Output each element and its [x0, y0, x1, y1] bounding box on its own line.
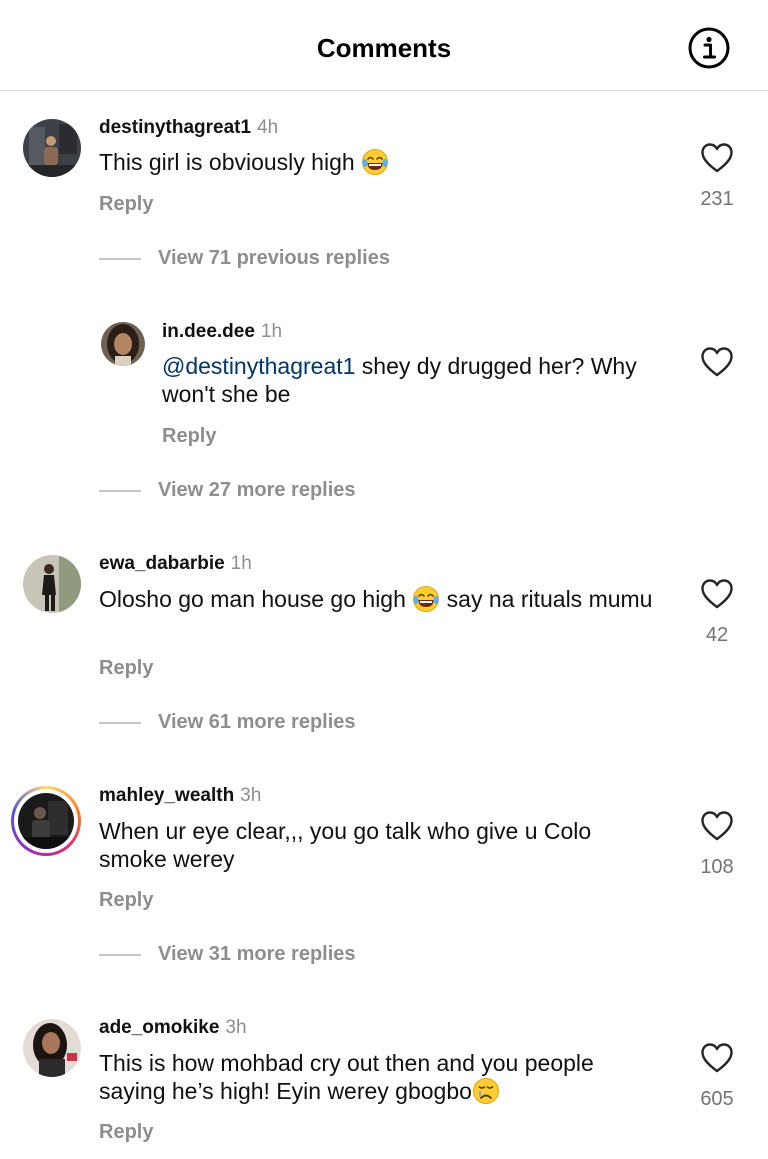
- reply-button[interactable]: Reply: [99, 193, 153, 216]
- heart-icon[interactable]: [700, 1042, 734, 1074]
- view-replies-button[interactable]: View 31 more replies: [158, 943, 356, 966]
- divider-line: [99, 490, 141, 492]
- mention-link[interactable]: @destinythagreat1: [162, 353, 355, 379]
- info-icon[interactable]: [688, 27, 730, 69]
- like-count: 108: [700, 856, 734, 878]
- page-title: Comments: [316, 33, 452, 63]
- view-replies-button[interactable]: View 71 previous replies: [158, 247, 390, 270]
- avatar[interactable]: [101, 322, 145, 366]
- avatar: [18, 793, 74, 849]
- header-bar: Comments: [0, 0, 768, 91]
- view-replies-button[interactable]: View 27 more replies: [158, 479, 356, 502]
- laughing-emoji-icon: [413, 586, 440, 612]
- comment-time: 1h: [230, 553, 252, 574]
- comment-text: This is how mohbad cry out then and you …: [99, 1049, 659, 1105]
- comment-text-body: This is how mohbad cry out then and you …: [99, 1050, 594, 1104]
- avatar-story-ring[interactable]: [11, 786, 81, 856]
- comment-time: 4h: [257, 117, 279, 138]
- crying-emoji-icon: [472, 1078, 499, 1104]
- comment-text-body: Olosho go man house go high: [99, 586, 413, 612]
- comment-text: @destinythagreat1 shey dy drugged her? W…: [162, 352, 682, 408]
- like-count: 605: [700, 1088, 734, 1110]
- comment-text: This girl is obviously high: [99, 148, 679, 176]
- divider-line: [99, 258, 141, 260]
- username[interactable]: destinythagreat1: [99, 117, 251, 138]
- like-count: 231: [700, 188, 734, 210]
- avatar[interactable]: [23, 555, 81, 613]
- username[interactable]: ade_omokike: [99, 1017, 219, 1038]
- laughing-emoji-icon: [362, 149, 389, 175]
- reply-button[interactable]: Reply: [162, 425, 216, 448]
- avatar[interactable]: [23, 119, 81, 177]
- username[interactable]: in.dee.dee: [162, 321, 255, 342]
- comment-text: When ur eye clear,,, you go talk who giv…: [99, 818, 592, 872]
- divider-line: [99, 954, 141, 956]
- comment-time: 1h: [260, 321, 283, 342]
- comment-time: 3h: [240, 785, 262, 806]
- divider-line: [99, 722, 141, 724]
- comment-text: Olosho go man house go high say na ritua…: [99, 585, 659, 613]
- comment-time: 3h: [225, 1017, 247, 1038]
- heart-icon[interactable]: [700, 346, 734, 378]
- reply-button[interactable]: Reply: [99, 1121, 153, 1144]
- username[interactable]: mahley_wealth: [99, 785, 234, 806]
- comment-text-body: This girl is obviously high: [99, 149, 355, 175]
- heart-icon[interactable]: [700, 578, 734, 610]
- view-replies-button[interactable]: View 61 more replies: [158, 711, 356, 734]
- heart-icon[interactable]: [700, 142, 734, 174]
- reply-button[interactable]: Reply: [99, 889, 153, 912]
- avatar[interactable]: [23, 1019, 81, 1077]
- reply-button[interactable]: Reply: [99, 657, 153, 680]
- like-count: 42: [705, 624, 729, 646]
- comment-text-body: say na rituals mumu: [440, 586, 653, 612]
- heart-icon[interactable]: [700, 810, 734, 842]
- username[interactable]: ewa_dabarbie: [99, 553, 225, 574]
